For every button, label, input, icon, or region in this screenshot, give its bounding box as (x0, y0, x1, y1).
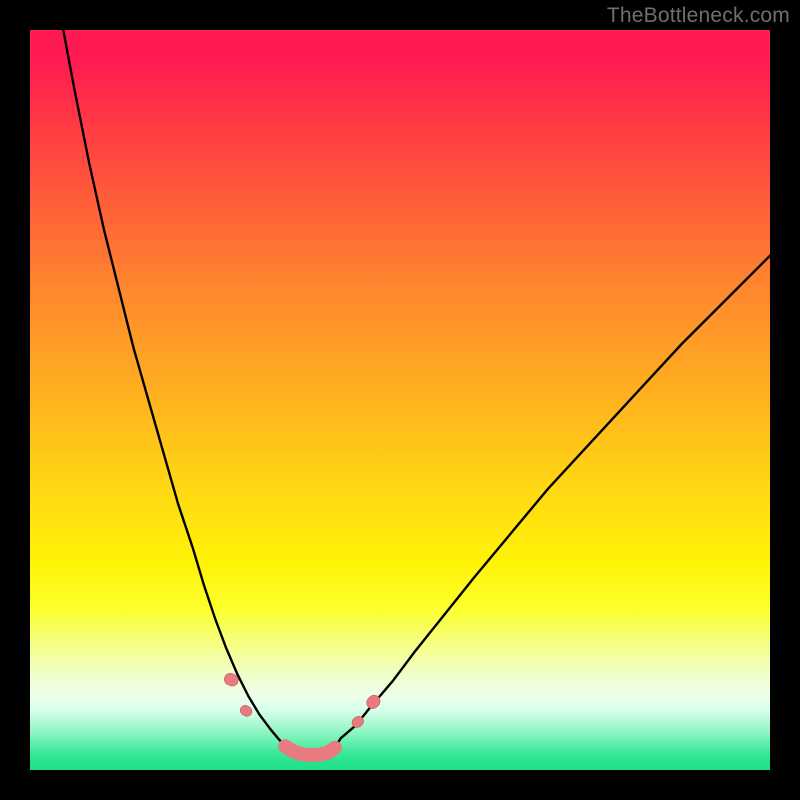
plot-area (30, 30, 770, 770)
watermark-text: TheBottleneck.com (607, 4, 790, 28)
outer-frame: TheBottleneck.com (0, 0, 800, 800)
left-edge-marker (238, 704, 253, 718)
bottleneck-curve (63, 30, 770, 755)
valley-marker-strip (285, 746, 335, 755)
curve-layer (30, 30, 770, 770)
